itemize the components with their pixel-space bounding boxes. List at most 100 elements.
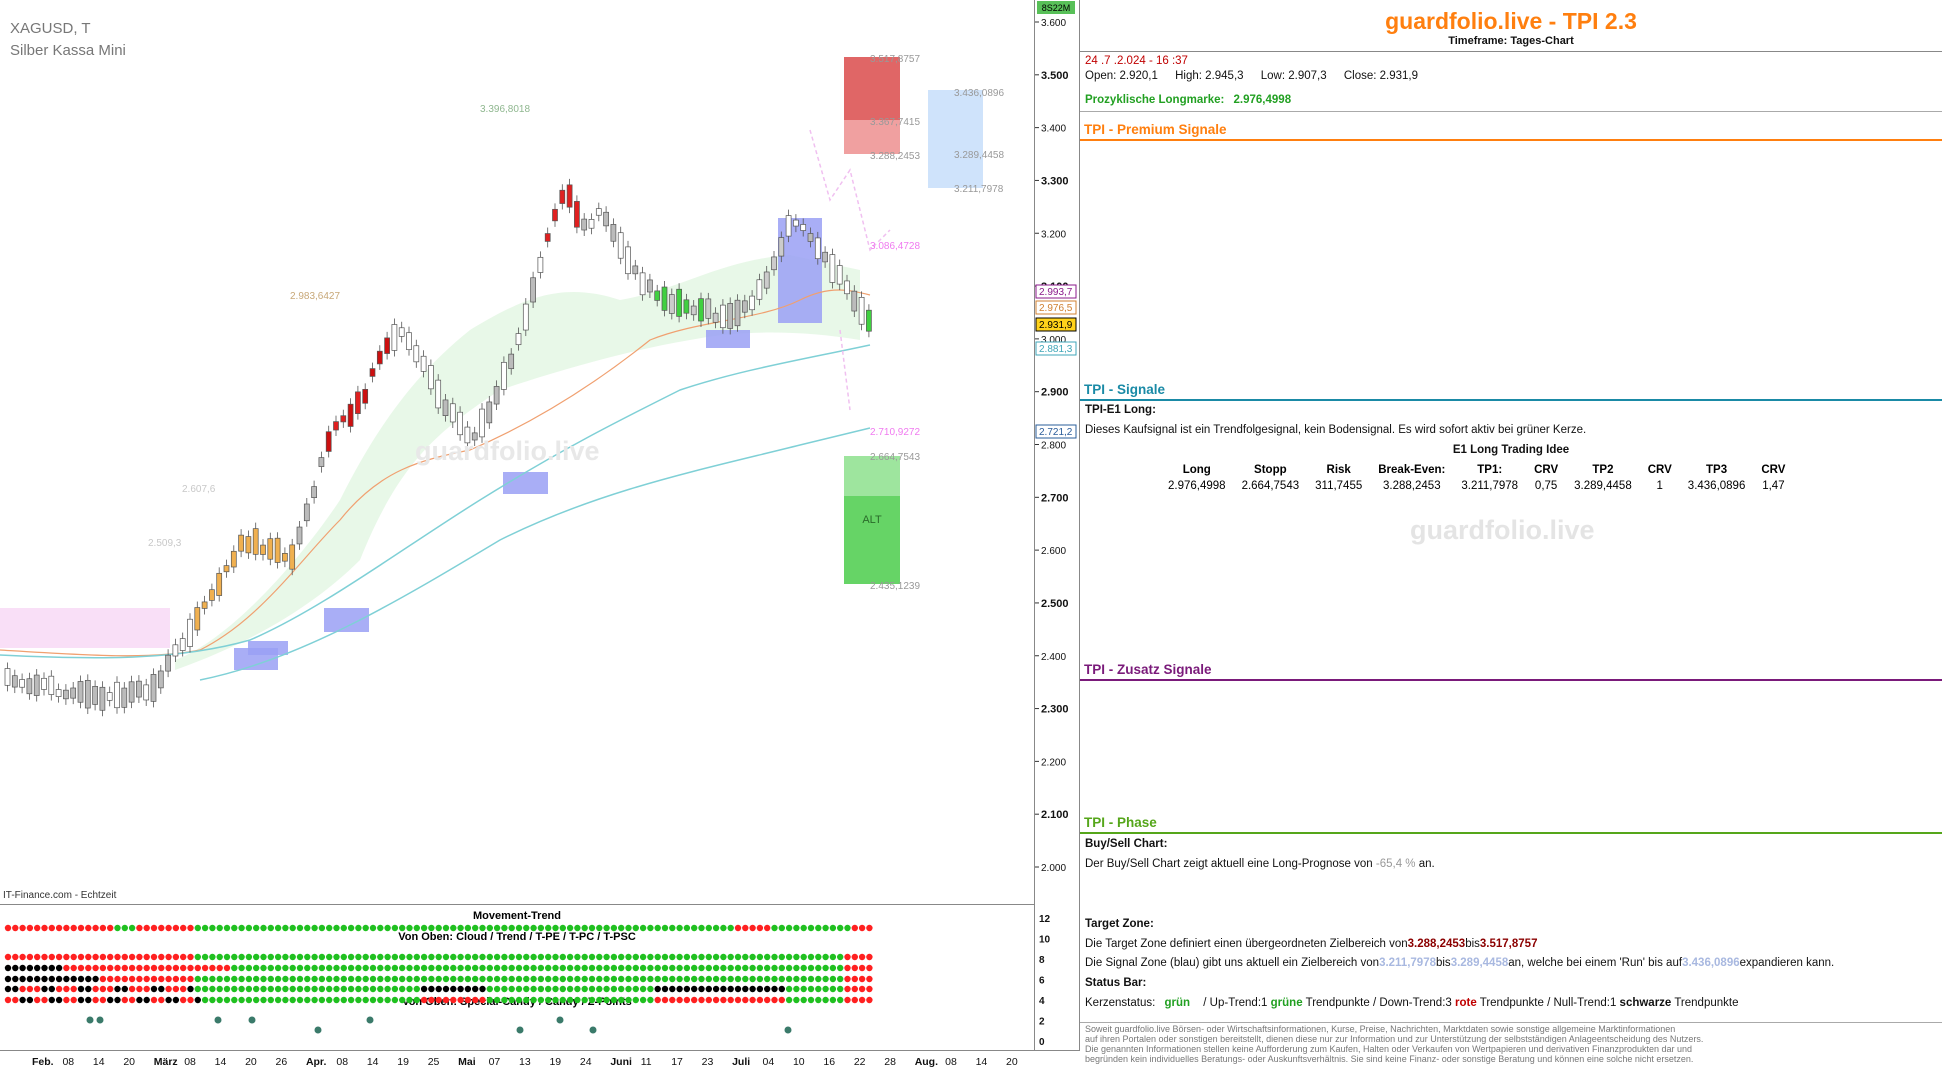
indicator-dot bbox=[107, 964, 114, 972]
time-axis[interactable]: Feb. 08 14 20 März 08 14 20 26 Apr. 08 14 19 25 Mai 07 1… bbox=[0, 1050, 1080, 1069]
indicator-dot bbox=[574, 996, 581, 1004]
targetzone-text-part: bis bbox=[1465, 938, 1480, 950]
indicator-dot bbox=[618, 953, 625, 961]
indicator-dot bbox=[508, 924, 515, 932]
indicator-dot bbox=[231, 924, 238, 932]
indicator-dot bbox=[851, 953, 858, 961]
price-tick-label: 3.500 bbox=[1041, 70, 1069, 82]
indicator-dot bbox=[457, 924, 464, 932]
indicator-dot bbox=[4, 985, 12, 993]
indicator-dot bbox=[501, 953, 508, 961]
blue-box bbox=[503, 472, 548, 494]
indicator-dot bbox=[172, 996, 180, 1004]
indicator-dot bbox=[552, 953, 559, 961]
indicator-dot bbox=[209, 953, 216, 961]
indicator-dot bbox=[70, 996, 77, 1004]
price-axis[interactable]: 8S22M 3.6003.5003.4003.3003.2003.1003.00… bbox=[1035, 0, 1080, 905]
indicator-dot bbox=[41, 985, 48, 993]
time-tick-label: 23 bbox=[702, 1056, 714, 1068]
indicator-dot bbox=[347, 953, 355, 961]
indicator-dot bbox=[771, 975, 778, 983]
indicator-dot bbox=[4, 975, 12, 983]
indicator-dot bbox=[515, 985, 523, 993]
indicator-dot bbox=[355, 985, 362, 993]
indicator-dot bbox=[464, 985, 472, 993]
indicator-dot bbox=[274, 924, 282, 932]
indicator-dot bbox=[698, 953, 705, 961]
section-phase: TPI - Phase bbox=[1084, 815, 1157, 830]
indicator-dot bbox=[48, 985, 55, 993]
indicator-dot bbox=[486, 985, 493, 993]
indicator-dot bbox=[253, 924, 260, 932]
indicator-dot bbox=[180, 953, 187, 961]
indicator-dot bbox=[180, 964, 187, 972]
indicator-dot bbox=[807, 924, 815, 932]
candle-body bbox=[501, 361, 507, 390]
candle-body bbox=[727, 303, 734, 329]
indicator-dot bbox=[632, 924, 639, 932]
time-tick-label: Juli bbox=[732, 1056, 750, 1068]
indicator-dot bbox=[742, 996, 749, 1004]
candle-body bbox=[552, 208, 558, 222]
indicator-dot bbox=[253, 964, 260, 972]
indicator-dot bbox=[479, 953, 486, 961]
candle-body bbox=[705, 298, 712, 319]
indicator-dot bbox=[479, 985, 486, 993]
indicator-title: Movement-Trend bbox=[473, 910, 561, 922]
candle-body bbox=[260, 544, 266, 555]
indicator-dot bbox=[158, 975, 165, 983]
indicator-dot bbox=[311, 985, 318, 993]
candle-body bbox=[391, 324, 398, 351]
indicator-dot bbox=[77, 924, 85, 932]
candle-body bbox=[165, 654, 171, 672]
price-chart-canvas[interactable]: ALT 3.517,8757 3.367,7415 3.288,2453 3.4… bbox=[0, 0, 1035, 905]
indicator-dot bbox=[727, 953, 734, 961]
candle-body bbox=[150, 674, 157, 702]
trade-value-cell: 3.289,4458 bbox=[1574, 480, 1632, 492]
indicator-dot bbox=[128, 996, 136, 1004]
indicator-panel[interactable]: Movement-Trend Von Oben: Cloud / Trend /… bbox=[0, 905, 1035, 1050]
indicator-dot bbox=[136, 964, 143, 972]
indicator-dot bbox=[866, 975, 873, 983]
indicator-dot bbox=[778, 953, 785, 961]
indicator-dot bbox=[661, 964, 669, 972]
blue-box bbox=[324, 608, 369, 632]
indicator-dot bbox=[377, 975, 384, 983]
indicator-dot bbox=[304, 996, 311, 1004]
indicator-dot bbox=[143, 985, 150, 993]
indicator-dot bbox=[41, 924, 48, 932]
special-point bbox=[314, 1026, 322, 1034]
candle-body bbox=[289, 544, 296, 570]
level-label: 2.509,3 bbox=[148, 538, 182, 549]
indicator-dot bbox=[413, 964, 420, 972]
indicator-dot bbox=[223, 975, 231, 983]
divider bbox=[1080, 1022, 1942, 1023]
indicator-dot bbox=[705, 985, 712, 993]
price-chart[interactable]: ALT 3.517,8757 3.367,7415 3.288,2453 3.4… bbox=[0, 0, 1035, 905]
indicator-dot bbox=[515, 953, 523, 961]
candle-body bbox=[19, 679, 25, 688]
indicator-dot bbox=[340, 985, 347, 993]
indicator-dot bbox=[756, 975, 764, 983]
indicator-dot bbox=[669, 964, 676, 972]
indicator-dot bbox=[136, 985, 143, 993]
indicator-dot bbox=[136, 975, 143, 983]
signal-zone-blue bbox=[928, 90, 983, 188]
indicator-dot bbox=[588, 953, 596, 961]
indicator-dot bbox=[574, 985, 581, 993]
indicator-dot bbox=[676, 985, 683, 993]
indicator-dot bbox=[355, 953, 362, 961]
indicator-dot bbox=[326, 924, 333, 932]
indicator-dot bbox=[822, 975, 829, 983]
indicator-dot bbox=[552, 975, 559, 983]
indicator-dot bbox=[260, 975, 267, 983]
trade-header-cell: Long bbox=[1182, 464, 1211, 476]
indicator-dot bbox=[749, 985, 756, 993]
indicator-dot bbox=[683, 996, 691, 1004]
nulltrend-label: / Null-Trend: bbox=[1547, 997, 1610, 1009]
indicator-dot bbox=[333, 964, 340, 972]
indicator-tick-label: 4 bbox=[1039, 996, 1045, 1007]
divider bbox=[1080, 111, 1942, 112]
indicator-dot bbox=[187, 996, 194, 1004]
indicator-dot bbox=[661, 985, 669, 993]
